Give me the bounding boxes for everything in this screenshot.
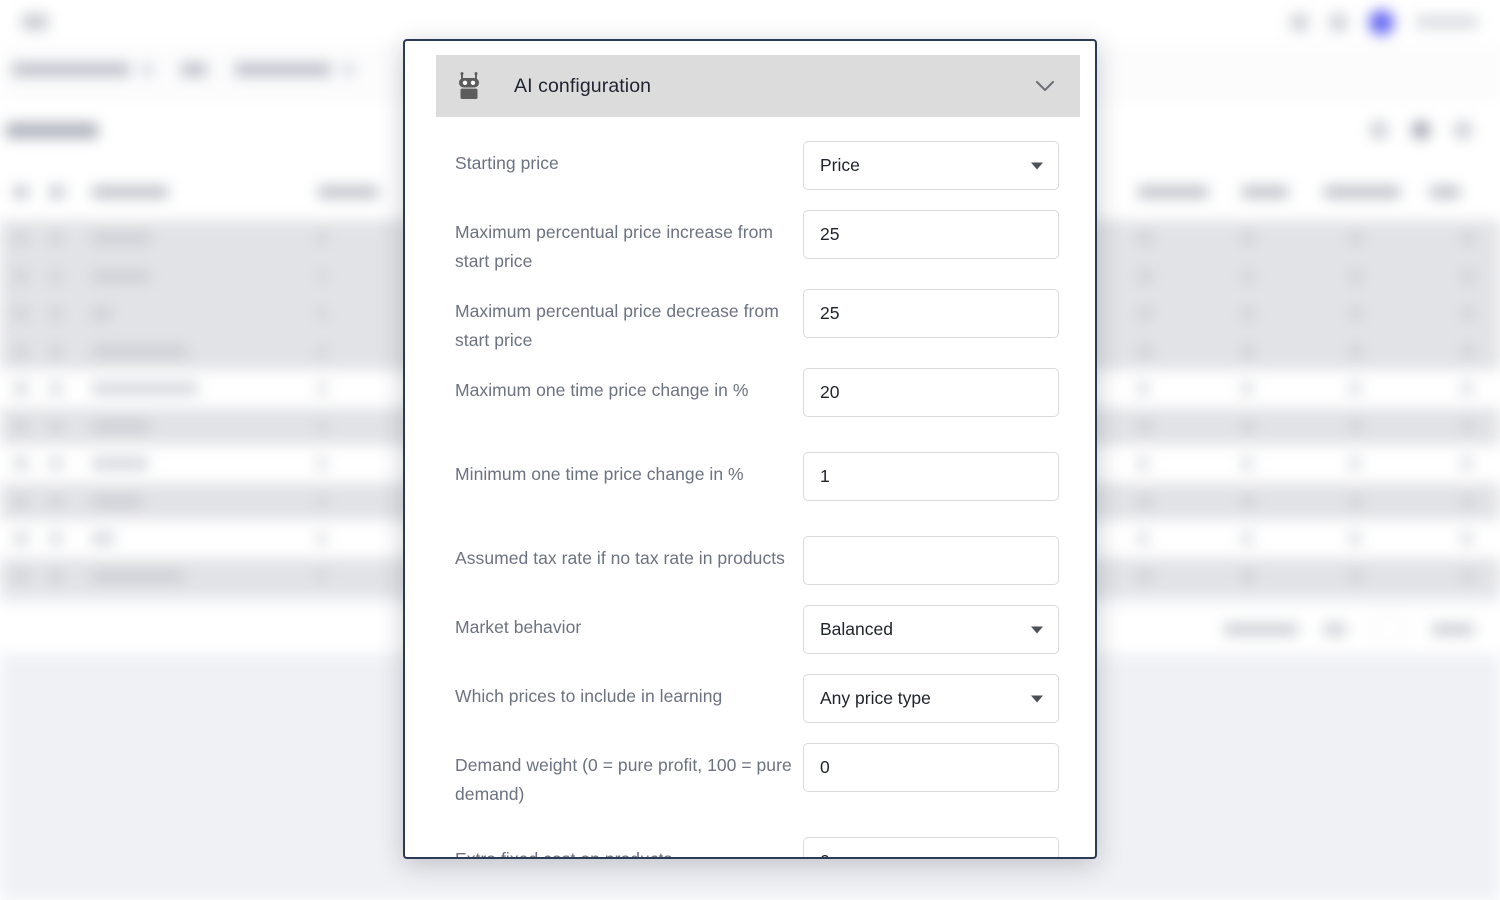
chevron-down-icon — [1031, 626, 1043, 633]
field-control: 25 — [803, 210, 1075, 259]
field-max-percentual-price-increase: Maximum percentual price increase from s… — [455, 210, 1075, 276]
chevron-down-icon — [1031, 162, 1043, 169]
max-percentual-price-increase-input[interactable]: 25 — [803, 210, 1059, 259]
field-label: Demand weight (0 = pure profit, 100 = pu… — [455, 755, 792, 804]
field-prices-to-include-in-learning: Which prices to include in learning Any … — [455, 674, 1075, 730]
field-control: 20 — [803, 368, 1075, 417]
field-assumed-tax-rate: Assumed tax rate if no tax rate in produ… — [455, 536, 1075, 592]
field-control: Price — [803, 141, 1075, 190]
input-value: 0 — [820, 851, 830, 857]
extra-fixed-cost-input[interactable]: 0 — [803, 837, 1059, 857]
market-behavior-value: Balanced — [820, 619, 893, 639]
field-max-one-time-price-change: Maximum one time price change in % 20 — [455, 368, 1075, 424]
field-min-one-time-price-change: Minimum one time price change in % 1 — [455, 452, 1075, 508]
field-label: Maximum percentual price increase from s… — [455, 222, 773, 271]
dialog-title: AI configuration — [514, 74, 652, 97]
max-percentual-price-decrease-input[interactable]: 25 — [803, 289, 1059, 338]
max-one-time-price-change-input[interactable]: 20 — [803, 368, 1059, 417]
input-value: 20 — [820, 382, 840, 402]
field-control: 0 — [803, 837, 1075, 857]
field-demand-weight: Demand weight (0 = pure profit, 100 = pu… — [455, 743, 1075, 809]
dialog-header[interactable]: AI configuration — [436, 55, 1080, 117]
field-label: Minimum one time price change in % — [455, 464, 744, 484]
field-control: 0 — [803, 743, 1075, 792]
prices-to-include-select[interactable]: Any price type — [803, 674, 1059, 723]
dialog-body: Starting price Price Maximum percentual … — [405, 117, 1095, 857]
min-one-time-price-change-input[interactable]: 1 — [803, 452, 1059, 501]
field-starting-price: Starting price Price — [455, 141, 1075, 197]
field-label: Starting price — [455, 153, 559, 173]
field-label: Assumed tax rate if no tax rate in produ… — [455, 548, 785, 568]
input-value: 25 — [820, 303, 840, 323]
field-max-percentual-price-decrease: Maximum percentual price decrease from s… — [455, 289, 1075, 355]
field-control: Balanced — [803, 605, 1075, 654]
input-value: 0 — [820, 757, 830, 777]
demand-weight-input[interactable]: 0 — [803, 743, 1059, 792]
input-value: 25 — [820, 224, 840, 244]
field-label: Maximum one time price change in % — [455, 380, 749, 400]
field-control: 25 — [803, 289, 1075, 338]
field-market-behavior: Market behavior Balanced — [455, 605, 1075, 661]
chevron-down-icon — [1031, 695, 1043, 702]
field-label: Extra fixed cost on products — [455, 837, 803, 857]
field-control: Any price type — [803, 674, 1075, 723]
field-extra-fixed-cost: Extra fixed cost on products 0 — [455, 837, 1075, 857]
chevron-down-icon[interactable] — [1032, 73, 1058, 99]
starting-price-select[interactable]: Price — [803, 141, 1059, 190]
field-label: Which prices to include in learning — [455, 686, 723, 706]
assumed-tax-rate-input[interactable] — [803, 536, 1059, 585]
field-control — [803, 536, 1075, 585]
input-value: 1 — [820, 466, 830, 486]
market-behavior-select[interactable]: Balanced — [803, 605, 1059, 654]
field-control: 1 — [803, 452, 1075, 501]
field-label: Maximum percentual price decrease from s… — [455, 301, 779, 350]
robot-icon — [456, 72, 482, 100]
field-label: Market behavior — [455, 617, 582, 637]
prices-to-include-value: Any price type — [820, 688, 931, 708]
ai-configuration-dialog: AI configuration Starting price Price Ma… — [403, 39, 1097, 859]
starting-price-value: Price — [820, 155, 860, 175]
